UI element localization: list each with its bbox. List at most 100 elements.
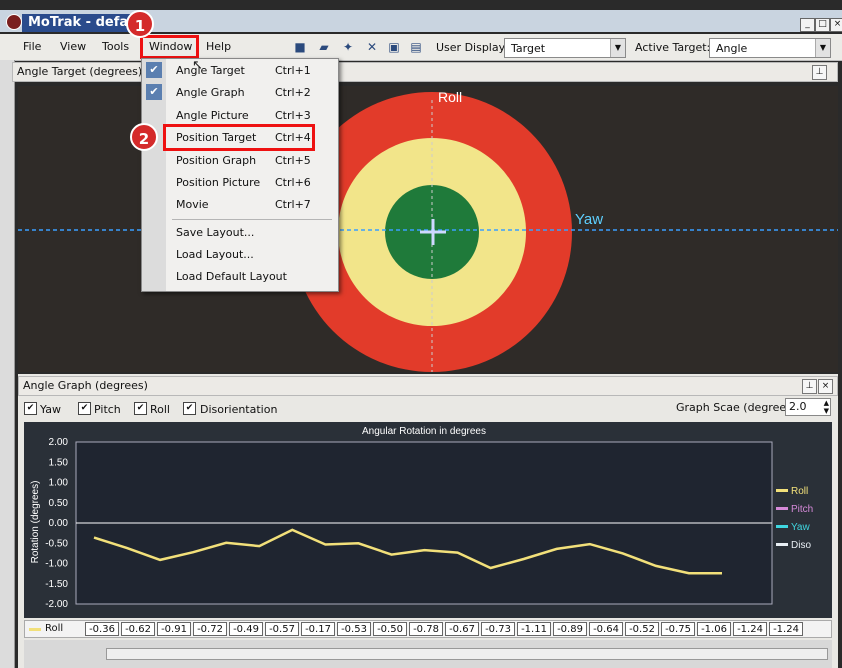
menu-item-position-picture[interactable]: Position Picture Ctrl+6 [142, 173, 338, 193]
menu-item-angle-target[interactable]: ✔ Angle Target Ctrl+1 [142, 61, 338, 81]
spinner-arrows-icon[interactable]: ▲ ▼ [824, 399, 829, 415]
value-cell: -1.06 [697, 622, 731, 636]
menu-item-label: Load Layout... [176, 248, 254, 261]
menu-separator [172, 219, 332, 220]
save-icon[interactable]: ■ [292, 39, 308, 55]
crosshair-icon[interactable]: ✕ [364, 39, 380, 55]
checkbox-disorientation[interactable]: ✔ [183, 402, 196, 415]
active-target-label: Active Target: [635, 41, 711, 54]
angle-graph-title: Angle Graph (degrees) [23, 379, 148, 392]
left-dock-strip [0, 60, 15, 668]
y-tick-label: -1.00 [45, 559, 68, 570]
chart-legend: Roll Pitch Yaw Diso [776, 486, 813, 551]
y-tick-label: -0.50 [45, 538, 68, 549]
menu-item-position-graph[interactable]: Position Graph Ctrl+5 [142, 151, 338, 171]
value-cell: -0.49 [229, 622, 263, 636]
roll-swatch [29, 628, 41, 631]
menu-item-label: Load Default Layout [176, 270, 287, 283]
value-cell: -1.11 [517, 622, 551, 636]
value-cell: -1.24 [769, 622, 803, 636]
chevron-down-icon[interactable]: ▼ [610, 39, 625, 57]
roll-axis-label: Roll [438, 89, 462, 105]
checkmark-icon: ✔ [146, 84, 162, 100]
menu-item-label: Position Graph [176, 154, 257, 167]
close-icon[interactable]: × [830, 18, 842, 32]
pin-icon[interactable]: ⊥ [802, 379, 817, 394]
menu-item-load-layout[interactable]: Load Layout... [142, 245, 338, 265]
values-row-label: Roll [45, 623, 64, 634]
user-display-select[interactable]: Target ▼ [504, 38, 626, 58]
timeline-track[interactable] [106, 648, 828, 660]
active-target-select[interactable]: Angle ▼ [709, 38, 831, 58]
menu-item-angle-graph[interactable]: ✔ Angle Graph Ctrl+2 [142, 83, 338, 103]
chevron-down-icon[interactable]: ▼ [815, 39, 830, 57]
legend-swatch [776, 543, 788, 546]
yaw-axis-label: Yaw [575, 211, 603, 228]
value-cell: -0.89 [553, 622, 587, 636]
value-cell: -0.53 [337, 622, 371, 636]
annotation-badge-1: 1 [126, 10, 154, 38]
value-cell: -0.52 [625, 622, 659, 636]
graph-scale-label: Graph Scae (degree) [676, 401, 791, 414]
y-tick-label: 0.50 [49, 498, 69, 509]
annotation-badge-2: 2 [130, 123, 158, 151]
menu-item-shortcut: Ctrl+3 [275, 109, 311, 122]
value-cell: -0.67 [445, 622, 479, 636]
checkbox-yaw[interactable]: ✔ [24, 402, 37, 415]
checkbox-roll[interactable]: ✔ [134, 402, 147, 415]
value-cell: -0.72 [193, 622, 227, 636]
window-menu-dropdown: ✔ Angle Target Ctrl+1 ✔ Angle Graph Ctrl… [141, 58, 339, 292]
run-figure-icon[interactable]: ✦ [340, 39, 356, 55]
checkbox-pitch[interactable]: ✔ [78, 402, 91, 415]
annotation-box-window [140, 35, 199, 59]
checkbox-disorientation-label: Disorientation [200, 403, 278, 416]
menu-item-save-layout[interactable]: Save Layout... [142, 223, 338, 243]
menu-item-label: Angle Target [176, 64, 245, 77]
active-target-value: Angle [716, 42, 748, 55]
checkmark-icon: ✔ [146, 62, 162, 78]
legend-swatch [776, 489, 788, 492]
close-panel-icon[interactable]: × [818, 379, 833, 394]
chart-title: Angular Rotation in degrees [362, 426, 486, 437]
timeline-scrollbar[interactable] [24, 640, 832, 668]
user-display-value: Target [511, 42, 546, 55]
menu-item-label: Angle Graph [176, 86, 245, 99]
value-cell: -0.62 [121, 622, 155, 636]
mouse-cursor-icon: ↖ [192, 58, 203, 73]
pin-icon[interactable]: ⊥ [812, 65, 827, 80]
menu-help[interactable]: Help [201, 38, 236, 56]
graph-scale-spinner[interactable]: 2.0 ▲ ▼ [785, 398, 831, 416]
menu-item-shortcut: Ctrl+5 [275, 154, 311, 167]
open-folder-icon[interactable]: ▰ [316, 39, 332, 55]
value-cell: -1.24 [733, 622, 767, 636]
menu-file[interactable]: File [18, 38, 46, 56]
menu-item-label: Movie [176, 198, 209, 211]
menu-view[interactable]: View [55, 38, 91, 56]
menu-item-label: Angle Picture [176, 109, 249, 122]
legend-swatch [776, 507, 788, 510]
menu-item-angle-picture[interactable]: Angle Picture Ctrl+3 [142, 106, 338, 126]
y-axis-label: Rotation (degrees) [30, 481, 41, 564]
menu-tools[interactable]: Tools [97, 38, 134, 56]
checkbox-pitch-label: Pitch [94, 403, 121, 416]
menu-item-load-default-layout[interactable]: Load Default Layout [142, 267, 338, 287]
menu-item-shortcut: Ctrl+6 [275, 176, 311, 189]
document-icon[interactable]: ▤ [408, 39, 424, 55]
minimize-icon[interactable]: _ [800, 18, 815, 32]
app-icon [6, 14, 22, 30]
values-row: Roll -0.36 -0.62 -0.91 -0.72 -0.49 -0.57 -0.17… [24, 620, 832, 638]
value-cell: -0.73 [481, 622, 515, 636]
legend-label: Diso [791, 540, 811, 551]
maximize-icon[interactable]: □ [815, 18, 830, 32]
y-tick-label: 0.00 [49, 518, 69, 529]
window-icon[interactable]: ▣ [386, 39, 402, 55]
angle-target-header: Angle Target (degrees) [12, 62, 838, 82]
menu-item-movie[interactable]: Movie Ctrl+7 [142, 195, 338, 215]
y-tick-label: -2.00 [45, 599, 68, 610]
angular-rotation-chart: Angular Rotation in degrees 2.00 1.50 1.00… [24, 422, 832, 618]
legend-label: Roll [791, 486, 808, 497]
value-cell: -0.57 [265, 622, 299, 636]
legend-label: Pitch [791, 504, 813, 515]
menu-item-label: Position Picture [176, 176, 261, 189]
menu-item-label: Save Layout... [176, 226, 255, 239]
